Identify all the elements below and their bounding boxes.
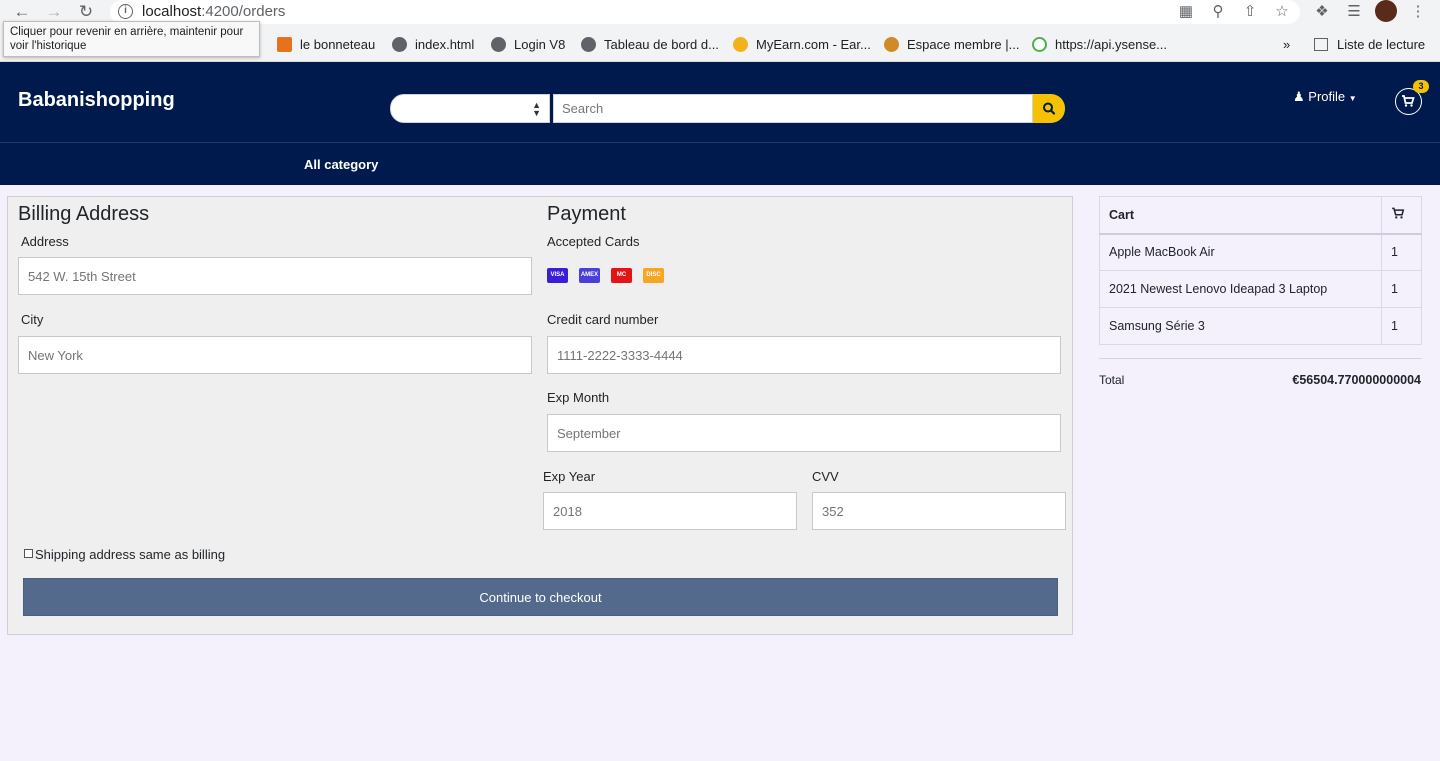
address-label: Address (21, 234, 69, 249)
amex-card-icon: AMEX (579, 268, 600, 283)
city-input[interactable] (18, 336, 532, 374)
site-info-icon[interactable]: i (118, 4, 133, 19)
reading-list[interactable]: Liste de lecture (1314, 36, 1425, 54)
shipping-same-checkbox[interactable] (24, 549, 33, 558)
caret-down-icon: ▼ (1348, 94, 1357, 103)
all-category-link[interactable]: All category (304, 157, 378, 172)
cart-header-icon-cell (1381, 196, 1422, 235)
cart-header: Cart (1099, 196, 1382, 235)
profile-dropdown[interactable]: ♟ Profile ▼ (1293, 89, 1357, 105)
cart-table: Cart Apple MacBook Air 1 2021 Newest Len… (1099, 196, 1422, 345)
bookmark-item[interactable]: le bonneteau (277, 36, 375, 54)
discover-card-icon: DISC (643, 268, 664, 283)
profile-avatar[interactable] (1375, 0, 1397, 22)
back-button-tooltip: Cliquer pour revenir en arrière, mainten… (3, 21, 260, 57)
card-number-input[interactable] (547, 336, 1061, 374)
cart-count-badge: 3 (1413, 80, 1429, 93)
browser-chrome: ← → ↻ i localhost:4200/orders ▦ ⚲ ⇧ ☆ ❖ … (0, 0, 1440, 62)
cart-item-qty: 1 (1381, 270, 1422, 308)
bookmark-favicon-icon (884, 37, 899, 52)
exp-year-label: Exp Year (543, 469, 596, 484)
reload-icon[interactable]: ↻ (76, 2, 96, 22)
mastercard-card-icon: MC (611, 268, 632, 283)
extensions-icon[interactable]: ❖ (1313, 3, 1331, 21)
bookmark-favicon-icon (1032, 37, 1047, 52)
search-button[interactable] (1033, 94, 1065, 123)
app-header: Babanishopping ▲▼ ♟ Profile ▼ 3 (0, 62, 1440, 142)
media-icon[interactable]: ☰ (1345, 3, 1363, 21)
exp-year-input[interactable] (543, 492, 797, 530)
cart-item-name: Samsung Série 3 (1099, 307, 1382, 345)
address-input[interactable] (18, 257, 532, 295)
bookmark-item[interactable]: Espace membre |... (884, 36, 1019, 54)
exp-month-label: Exp Month (547, 390, 610, 405)
search-icon (1043, 102, 1056, 115)
accepted-cards-label: Accepted Cards (547, 234, 640, 249)
back-arrow-icon[interactable]: ← (12, 2, 32, 22)
cart-item-qty: 1 (1381, 307, 1422, 345)
url-text: localhost:4200/orders (142, 3, 286, 20)
cart-item-name: Apple MacBook Air (1099, 233, 1382, 271)
cart-item-name: 2021 Newest Lenovo Ideapad 3 Laptop (1099, 270, 1382, 308)
bookmark-item[interactable]: MyEarn.com - Ear... (733, 36, 871, 54)
visa-card-icon: VISA (547, 268, 568, 283)
address-bar[interactable]: i localhost:4200/orders (110, 0, 1300, 24)
bookmark-star-icon[interactable]: ☆ (1273, 3, 1291, 21)
bookmark-item[interactable]: Login V8 (491, 36, 565, 54)
payment-title: Payment (547, 203, 626, 225)
globe-icon (491, 37, 506, 52)
globe-icon (581, 37, 596, 52)
category-nav: All category (0, 142, 1440, 185)
bookmarks-overflow[interactable]: » (1283, 36, 1290, 54)
forward-arrow-icon[interactable]: → (44, 2, 64, 22)
checkout-form: Billing Address Address City Payment Acc… (7, 196, 1073, 635)
brand-logo[interactable]: Babanishopping (18, 89, 175, 112)
exp-month-input[interactable] (547, 414, 1061, 452)
bookmark-item[interactable]: Tableau de bord d... (581, 36, 719, 54)
card-number-label: Credit card number (547, 312, 659, 327)
search-input[interactable] (553, 94, 1033, 123)
table-row: Apple MacBook Air 1 (1099, 233, 1422, 271)
city-label: City (21, 312, 44, 327)
cart-icon (1392, 207, 1405, 219)
cart-header-row: Cart (1099, 196, 1422, 235)
cvv-input[interactable] (812, 492, 1066, 530)
billing-title: Billing Address (18, 203, 150, 225)
table-row: 2021 Newest Lenovo Ideapad 3 Laptop 1 (1099, 270, 1422, 308)
divider (1099, 358, 1422, 359)
bookmark-favicon-icon (733, 37, 748, 52)
user-icon: ♟ (1293, 89, 1305, 104)
reading-list-icon (1314, 38, 1328, 51)
globe-icon (392, 37, 407, 52)
bookmark-favicon-icon (277, 37, 292, 52)
total-value: €56504.770000000004 (1292, 373, 1421, 387)
translate-icon[interactable]: ▦ (1177, 3, 1195, 21)
select-caret-icon: ▲ ▼ (532, 100, 541, 118)
bookmark-item[interactable]: https://api.ysense... (1032, 36, 1167, 54)
category-select[interactable]: ▲ ▼ (390, 94, 550, 123)
share-icon[interactable]: ⇧ (1241, 3, 1259, 21)
total-label: Total (1099, 373, 1125, 387)
shipping-same-label: Shipping address same as billing (35, 547, 226, 562)
table-row: Samsung Série 3 1 (1099, 307, 1422, 345)
kebab-menu-icon[interactable]: ⋮ (1409, 3, 1427, 21)
zoom-icon[interactable]: ⚲ (1209, 3, 1227, 21)
continue-checkout-button[interactable]: Continue to checkout (23, 578, 1058, 616)
cvv-label: CVV (812, 469, 839, 484)
cart-item-qty: 1 (1381, 233, 1422, 271)
bookmark-item[interactable]: index.html (392, 36, 474, 54)
